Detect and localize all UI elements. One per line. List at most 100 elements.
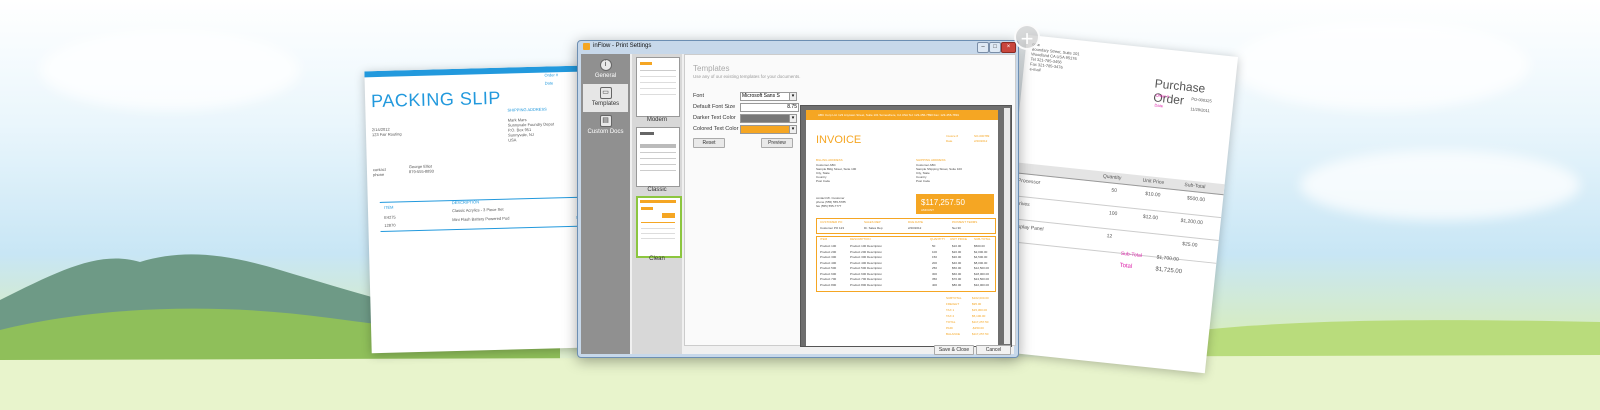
templates-panel: Templates Use any of our existing templa… (684, 54, 1016, 347)
reset-button[interactable]: Reset (693, 138, 725, 148)
po-row-sub: $25.00 (1181, 241, 1198, 249)
po-row-qty: 12 (1106, 233, 1113, 240)
invoice-title: INVOICE (816, 134, 862, 146)
contact-line: fax (555) 555-7777 (816, 204, 842, 208)
info-header: SALES REP (864, 220, 881, 224)
info-value: 2/20/2012 (908, 226, 922, 230)
sidebar-item-general[interactable]: i General (583, 56, 628, 84)
font-size-field[interactable]: 8.75 (740, 103, 799, 112)
invoice-line-cell: $60.00 (952, 271, 962, 276)
packing-col-item: ITEM (383, 204, 394, 210)
template-thumb-classic[interactable] (636, 127, 680, 187)
packing-row-item: E4275 (384, 214, 396, 220)
po-col-sub: Sub-Total (1184, 182, 1206, 191)
sidebar-item-custom-docs[interactable]: ▤ Custom Docs (583, 112, 628, 140)
invoice-total-label: FREIGHT (946, 302, 960, 306)
classic-thumb-preview (640, 132, 676, 171)
sidebar-item-templates[interactable]: ▭ Templates (583, 84, 628, 112)
invoice-total-value: $15,300.00 (972, 308, 988, 312)
invoice-line-cell: Product 800 (820, 282, 837, 287)
chevron-down-icon[interactable]: ▾ (789, 125, 797, 134)
invoice-date-label: Date (946, 139, 953, 143)
invoice-line-cell: $10.00 (952, 244, 962, 248)
invoice-line-cell: 250 (932, 266, 938, 270)
invoice-line-cell: Product 700 Description (850, 277, 883, 281)
preview-scrollbar[interactable] (1004, 108, 1010, 344)
po-row-qty: 50 (1111, 187, 1118, 195)
invoice-line-cell: $50.00 (952, 266, 962, 270)
info-icon: i (599, 59, 612, 71)
packing-order-label: Order # (544, 72, 559, 78)
invoice-header-bar: ABC Corp Ltd. 123 Anytown Street, Suite … (806, 110, 998, 120)
invoice-line-cell: Product 500 (820, 266, 837, 270)
close-button[interactable]: × (1001, 42, 1016, 53)
packing-date-label: Date (544, 80, 554, 86)
po-row-price: $12.00 (1142, 213, 1159, 222)
invoice-line-cell: $8,000.00 (974, 260, 988, 265)
template-thumb-modern[interactable] (636, 57, 680, 117)
minimize-button[interactable]: – (977, 42, 989, 53)
preview-button[interactable]: Preview (761, 138, 793, 148)
template-icon: ▭ (599, 87, 612, 99)
chevron-down-icon[interactable]: ▾ (789, 114, 797, 123)
invoice-number-value: SO-000789 (974, 134, 990, 138)
invoice-line-cell: Product 700 (820, 277, 837, 281)
invoice-line-cell: $80.00 (952, 282, 962, 287)
invoice-page: ABC Corp Ltd. 123 Anytown Street, Suite … (806, 110, 998, 346)
maximize-button[interactable]: □ (989, 42, 1001, 53)
invoice-total-label: TAX 2 (946, 314, 955, 318)
po-col-unit: Unit Price (1142, 177, 1165, 186)
template-thumb-clean[interactable] (636, 196, 682, 258)
po-row-name: Processor (1017, 177, 1041, 186)
packing-address: Mark Mars Sunnyvale Foundry Depot P.O. B… (508, 116, 555, 142)
chevron-down-icon[interactable]: ▾ (789, 92, 797, 101)
template-label-modern: Modern (646, 117, 668, 123)
cancel-button[interactable]: Cancel (976, 345, 1011, 355)
sidebar-item-label: Templates (591, 101, 620, 107)
darker-color-label: Darker Text Color (693, 115, 736, 121)
document-icon: ▤ (599, 115, 612, 127)
template-label-clean: Clean (649, 256, 665, 262)
invoice-line-cell: 400 (932, 282, 938, 287)
invoice-line-cell: Product 200 (820, 249, 837, 254)
invoice-line-cell: Product 800 Description (850, 282, 883, 287)
invoice-preview-pane[interactable]: ABC Corp Ltd. 123 Anytown Street, Suite … (800, 105, 1012, 347)
font-label: Font (693, 93, 705, 99)
po-total-label: Total (1119, 262, 1133, 271)
invoice-total-value: $117,257.50 (972, 320, 989, 324)
invoice-total-value: $5,100.00 (972, 314, 986, 318)
invoice-line-cell: 150 (932, 255, 938, 259)
invoice-total-label: BALANCE (946, 332, 961, 336)
purchase-order-document: ome Boundary Street, Suite 101 Woodland … (993, 34, 1239, 374)
invoice-line-cell: Product 600 (820, 271, 837, 276)
panel-title: Templates (693, 64, 730, 73)
save-close-button[interactable]: Save & Close (934, 345, 974, 355)
window-titlebar[interactable]: inFlow - Print Settings – □ × (578, 41, 1018, 53)
window-client-area: i General ▭ Templates ▤ Custom Docs Mode… (581, 54, 1016, 355)
billing-heading: BILLING ADDRESS (816, 158, 843, 162)
settings-sidebar: i General ▭ Templates ▤ Custom Docs (581, 54, 630, 354)
invoice-line-cell: $30.00 (952, 255, 962, 259)
divider (379, 195, 610, 203)
modern-thumb-preview (640, 62, 676, 95)
invoice-line-cell: Product 100 (820, 244, 837, 248)
packing-phone-label: phone (372, 171, 385, 178)
invoice-total-value: $102,000.00 (972, 296, 989, 300)
darker-color-swatch[interactable] (740, 114, 790, 123)
info-header: DUE DATE (908, 220, 923, 224)
line-header: QUANTITY (930, 237, 946, 241)
sidebar-item-label: Custom Docs (587, 129, 624, 135)
colored-color-swatch[interactable] (740, 125, 790, 134)
po-row-sub: $1,200.00 (1180, 217, 1204, 227)
info-value: Net 30 (952, 226, 961, 230)
font-select[interactable]: Microsoft Sans S (740, 92, 790, 101)
invoice-line-cell: $24,500.00 (974, 277, 990, 281)
template-label-classic: Classic (647, 187, 667, 193)
packing-row-item: 12870 (384, 222, 396, 228)
invoice-line-cell: $4,500.00 (974, 255, 988, 259)
info-header: PAYMENT TERMS (952, 220, 978, 224)
invoice-line-cell: Product 600 Description (850, 271, 883, 276)
line-header: ITEM (820, 237, 828, 241)
panel-subtitle: Use any of our existing templates for yo… (693, 74, 801, 79)
billing-address: Customer ABC Sample Bldg Street, Suite 1… (816, 163, 856, 183)
